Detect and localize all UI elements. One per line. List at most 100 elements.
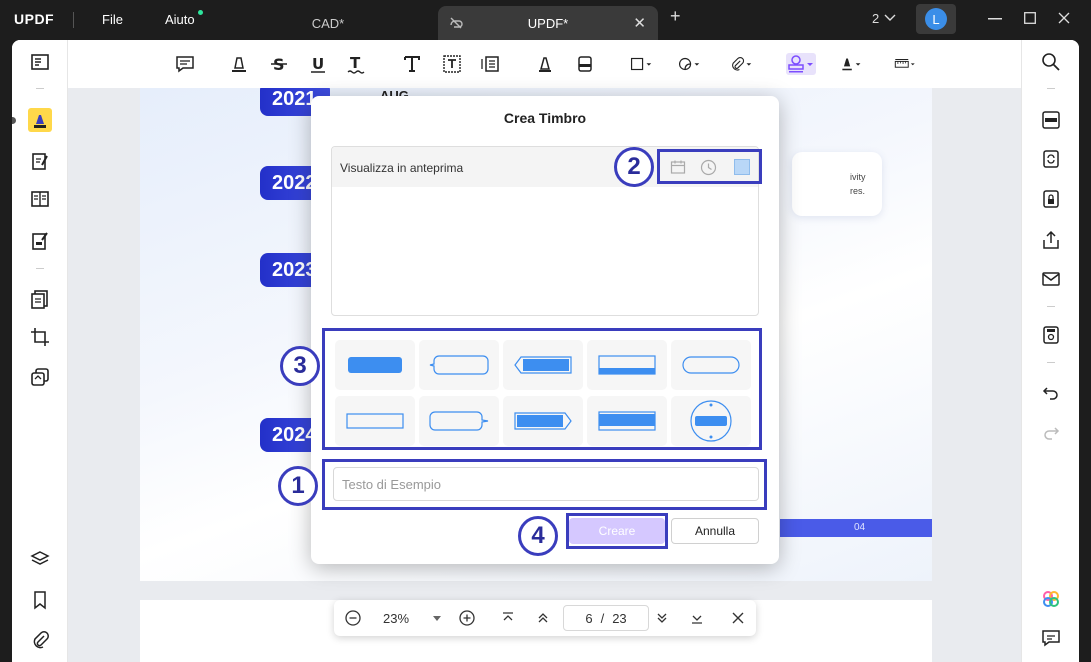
zoom-level[interactable]: 23% bbox=[383, 611, 409, 626]
sync-off-icon bbox=[450, 17, 463, 29]
pencil-tool[interactable] bbox=[534, 53, 556, 75]
share-button[interactable] bbox=[1039, 228, 1063, 252]
underline-tool[interactable]: U bbox=[307, 53, 329, 75]
close-window-icon[interactable] bbox=[1058, 12, 1070, 24]
comment-toolbar: S U T bbox=[68, 40, 1021, 88]
zoom-in-button[interactable] bbox=[458, 609, 476, 627]
redo-button[interactable] bbox=[1039, 420, 1063, 444]
svg-text:U: U bbox=[312, 55, 324, 73]
reader-mode-button[interactable] bbox=[28, 50, 52, 74]
divider bbox=[36, 268, 44, 269]
page-view-button[interactable] bbox=[28, 187, 52, 211]
tab-cad[interactable]: CAD* bbox=[228, 6, 428, 40]
text-box-tool[interactable] bbox=[441, 53, 463, 75]
attach-file-tool[interactable] bbox=[730, 53, 752, 75]
menu-file[interactable]: File bbox=[102, 12, 123, 27]
card-text: res. bbox=[850, 186, 866, 196]
undo-button[interactable] bbox=[1039, 380, 1063, 404]
organize-pages-button[interactable] bbox=[28, 287, 52, 311]
bookmark-button[interactable] bbox=[28, 588, 52, 612]
ocr-icon bbox=[1042, 111, 1060, 129]
highlight-tool[interactable] bbox=[228, 53, 250, 75]
first-page-button[interactable] bbox=[499, 609, 517, 627]
tab-updf[interactable]: UPDF* ✕ bbox=[438, 6, 658, 40]
chevron-down-icon[interactable] bbox=[884, 13, 896, 23]
tab-label: CAD* bbox=[311, 15, 345, 31]
two-page-icon bbox=[31, 191, 49, 207]
strikethrough-tool[interactable]: S bbox=[268, 53, 290, 75]
comment-mode-button[interactable] bbox=[28, 108, 52, 132]
double-chevron-down-icon bbox=[657, 613, 667, 623]
mail-icon bbox=[1042, 272, 1060, 286]
divider bbox=[73, 12, 74, 28]
note-tool[interactable] bbox=[174, 53, 196, 75]
redo-icon bbox=[1044, 427, 1060, 440]
crop-icon bbox=[31, 328, 49, 346]
close-tab-icon[interactable]: ✕ bbox=[633, 14, 646, 32]
highlight-box-2 bbox=[657, 149, 762, 184]
page-number-input[interactable]: 6 / 23 bbox=[563, 605, 649, 631]
card-text: ivity bbox=[850, 172, 866, 182]
app-logo: UPDF bbox=[14, 11, 55, 27]
maximize-icon[interactable] bbox=[1024, 12, 1036, 24]
notification-dot bbox=[198, 10, 203, 15]
info-card: ivity res. bbox=[792, 152, 882, 216]
comment-icon bbox=[176, 56, 194, 73]
zoom-bar: 23% 6 / 23 bbox=[334, 600, 756, 636]
highlight-box-3 bbox=[322, 328, 762, 450]
chat-button[interactable] bbox=[1039, 626, 1063, 650]
highlight-box-1 bbox=[322, 459, 767, 510]
left-sidebar bbox=[12, 40, 68, 662]
divider bbox=[1047, 362, 1055, 363]
next-page-button[interactable] bbox=[653, 609, 671, 627]
edit-mode-button[interactable] bbox=[28, 149, 52, 173]
squiggly-tool[interactable]: T bbox=[345, 53, 367, 75]
new-tab-icon[interactable]: + bbox=[670, 6, 681, 27]
previous-page-button[interactable] bbox=[534, 609, 552, 627]
ai-assistant-button[interactable] bbox=[1039, 587, 1063, 611]
total-pages: 23 bbox=[612, 610, 627, 626]
undo-icon bbox=[1042, 387, 1058, 400]
page-separator: / bbox=[600, 610, 605, 626]
cancel-button[interactable]: Annulla bbox=[671, 518, 759, 544]
annotation-badge-3: 3 bbox=[280, 346, 320, 386]
shape-tool[interactable] bbox=[630, 53, 652, 75]
sticker-tool[interactable] bbox=[678, 53, 700, 75]
preview-label: Visualizza in anteprima bbox=[340, 161, 464, 175]
minus-circle-icon bbox=[345, 610, 361, 626]
highlight-box-4 bbox=[566, 513, 668, 549]
search-button[interactable] bbox=[1039, 50, 1063, 74]
minimize-icon[interactable] bbox=[988, 18, 1002, 20]
highlighter-icon bbox=[34, 115, 46, 128]
attachment-button[interactable] bbox=[28, 628, 52, 652]
protect-button[interactable] bbox=[1039, 187, 1063, 211]
ocr-button[interactable] bbox=[1039, 108, 1063, 132]
save-button[interactable] bbox=[1039, 323, 1063, 347]
marker-icon bbox=[232, 57, 246, 72]
last-page-button[interactable] bbox=[688, 609, 706, 627]
stamp-tool[interactable] bbox=[786, 53, 816, 75]
measure-tool[interactable] bbox=[894, 53, 916, 75]
zoom-out-button[interactable] bbox=[344, 609, 362, 627]
tab-label: UPDF* bbox=[527, 15, 569, 31]
layers-button[interactable] bbox=[28, 547, 52, 571]
tools-button[interactable] bbox=[28, 365, 52, 389]
text-tool[interactable] bbox=[401, 53, 423, 75]
first-page-icon bbox=[503, 612, 513, 621]
text-callout-tool[interactable] bbox=[479, 53, 501, 75]
signature-tool[interactable] bbox=[840, 53, 862, 75]
crop-button[interactable] bbox=[28, 325, 52, 349]
caret-down-icon[interactable] bbox=[433, 616, 441, 622]
user-avatar[interactable]: L bbox=[916, 4, 956, 34]
search-icon bbox=[1042, 53, 1060, 71]
close-zoom-bar-button[interactable] bbox=[729, 609, 747, 627]
convert-button[interactable] bbox=[1039, 147, 1063, 171]
ruler-icon bbox=[894, 58, 915, 68]
menu-aiuto[interactable]: Aiuto bbox=[165, 12, 195, 27]
window-count[interactable]: 2 bbox=[872, 11, 879, 26]
form-icon bbox=[32, 232, 48, 250]
email-button[interactable] bbox=[1039, 267, 1063, 291]
form-mode-button[interactable] bbox=[28, 229, 52, 253]
eraser-tool[interactable] bbox=[574, 53, 596, 75]
dialog-title: Crea Timbro bbox=[503, 110, 587, 126]
